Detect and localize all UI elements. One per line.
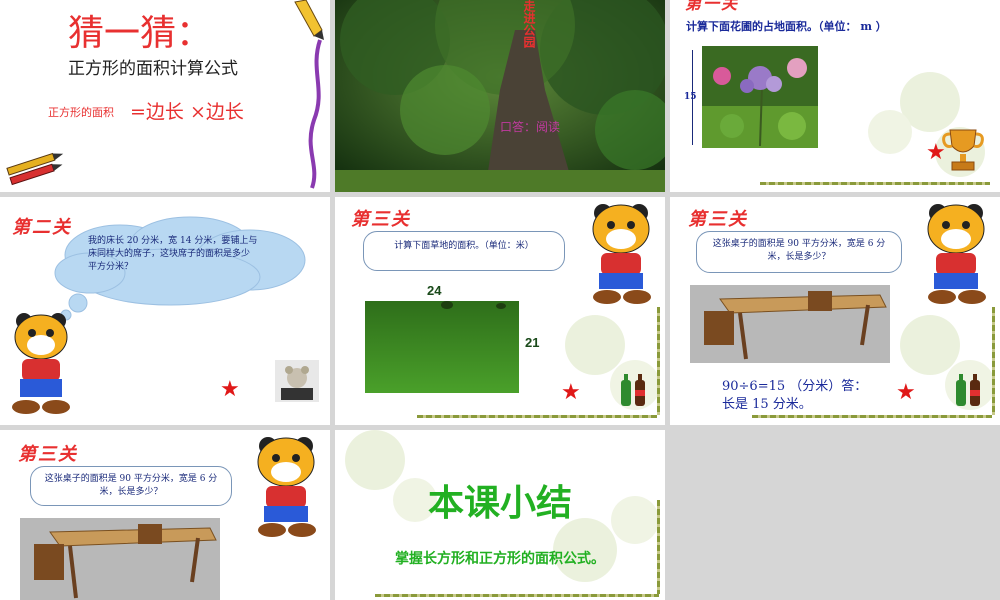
level-heading: 第三关 [18,444,78,465]
decorative-vine [417,415,657,418]
speech-bubble: 计算下面草地的面积。（单位：米） [363,231,565,271]
trophy-icon [942,129,984,171]
question-text: 计算下面草地的面积。（单位：米） [394,241,534,251]
level-heading: 第三关 [351,209,411,230]
level-heading: 第三关 [688,209,748,230]
question-text: 这张桌子的面积是 90 平方分米，宽是 6 分米，长是多少？ [712,239,886,262]
decorative-vine [752,415,992,418]
slide-thumbnail-2[interactable]: 走进公园 口答：阅读 [335,0,665,192]
slide-thumbnail-6[interactable]: 第三关 这张桌子的面积是 90 平方分米，宽是 6 分米，长是多少？ 90÷6=… [670,197,1000,425]
slide-subtitle: 正方形的面积计算公式 [68,59,238,79]
forest-photo [335,0,665,192]
decorative-vine [992,307,995,415]
decorative-vine [760,182,990,185]
question-text: 我的床长 20 分米，宽 14 分米，要铺上与床同样大的席子，这块席子的面积是多… [88,236,258,272]
bottles-icon [621,374,645,406]
decorative-vine [657,500,660,594]
tiger-mascot [12,313,70,414]
speech-bubble: 这张桌子的面积是 90 平方分米，宽是 6 分米，长是多少？ [696,231,902,273]
summary-text: 掌握长方形和正方形的面积公式。 [395,551,605,567]
height-label: 21 [525,335,540,350]
star-icon: ★ [896,380,916,405]
empty-slot [670,430,1000,600]
bottles-icon [956,374,980,406]
flower-bed-photo [702,46,818,148]
vertical-title: 走进公园 [522,0,536,48]
slide-caption: 口答：阅读 [500,120,561,134]
slide-thumbnail-4[interactable]: 第二关 我的床长 20 分米，宽 14 分米，要铺上与床同样大的席子，这块席子的… [0,197,330,425]
slide-thumbnail-5[interactable]: 第三关 计算下面草地的面积。（单位：米） 24 21 ★ [335,197,665,425]
tiger-mascot [592,204,651,304]
table-photo [690,285,890,363]
slide-thumbnail-1[interactable]: 猜一猜： 正方形的面积计算公式 正方形的面积 =边长 ×边长 [0,0,330,192]
level-heading: 第一关 [685,0,740,13]
tiger-mascot [257,437,316,537]
grassland-photo [365,301,519,393]
table-photo [20,518,220,600]
dimension-label: 15 [684,92,697,102]
tiger-mascot [927,204,986,304]
answer-line-2: 长是 15 分米。 [722,397,812,412]
decorative-vine [375,594,659,597]
slide-thumbnail-7[interactable]: 第三关 这张桌子的面积是 90 平方分米，宽是 6 分米，长是多少？ [0,430,330,600]
answer-line-1: 90÷6=15 （分米）答： [722,379,868,394]
slide-thumbnail-3[interactable]: 第一关 计算下面花圃的占地面积。（单位： m ） 15 ★ [670,0,1000,192]
slide-thumbnail-8[interactable]: 本课小结 掌握长方形和正方形的面积公式。 [335,430,665,600]
pencil-icon [294,0,324,189]
decorative-vine [657,307,660,415]
crayons-icon [6,152,64,186]
question-text: 这张桌子的面积是 90 平方分米，宽是 6 分米，长是多少？ [44,474,218,497]
slide-title: 猜一猜： [68,13,213,54]
teddy-bear-image [275,360,319,402]
star-icon: ★ [561,380,581,405]
summary-title: 本课小结 [427,482,572,524]
star-icon: ★ [220,377,240,402]
question-text: 计算下面花圃的占地面积。（单位： m ） [686,20,887,33]
formula-expression: =边长 ×边长 [130,101,244,123]
formula-label: 正方形的面积 [48,106,114,119]
speech-bubble: 这张桌子的面积是 90 平方分米，宽是 6 分米，长是多少？ [30,466,232,506]
width-label: 24 [427,283,442,298]
